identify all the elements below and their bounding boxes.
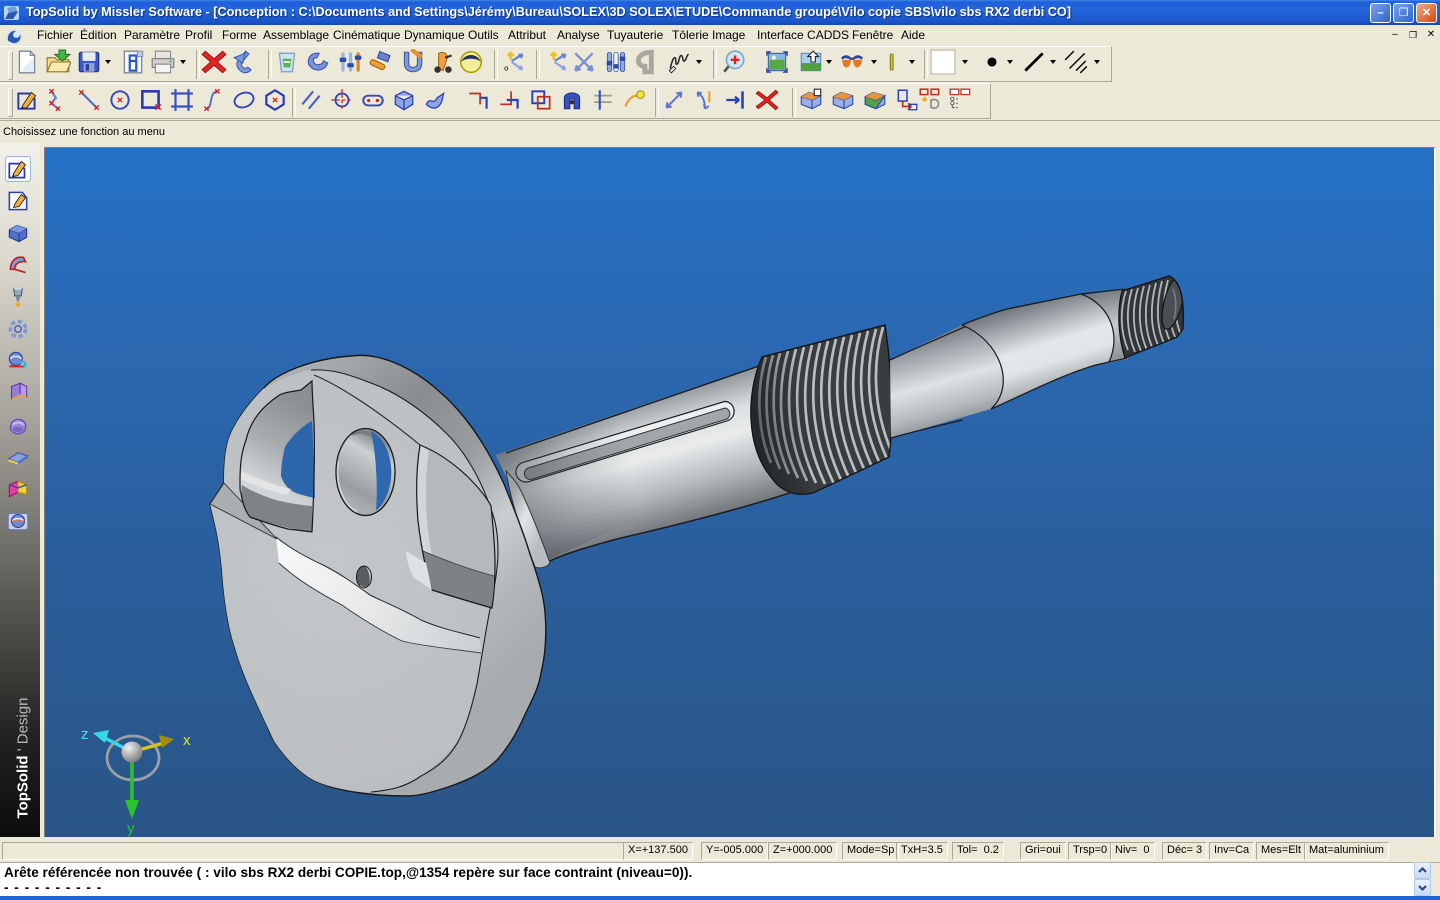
svg-text:o: o (504, 64, 508, 73)
svg-text:z: z (81, 726, 89, 743)
svg-text:x: x (183, 732, 191, 749)
svg-text:y: y (127, 820, 135, 837)
